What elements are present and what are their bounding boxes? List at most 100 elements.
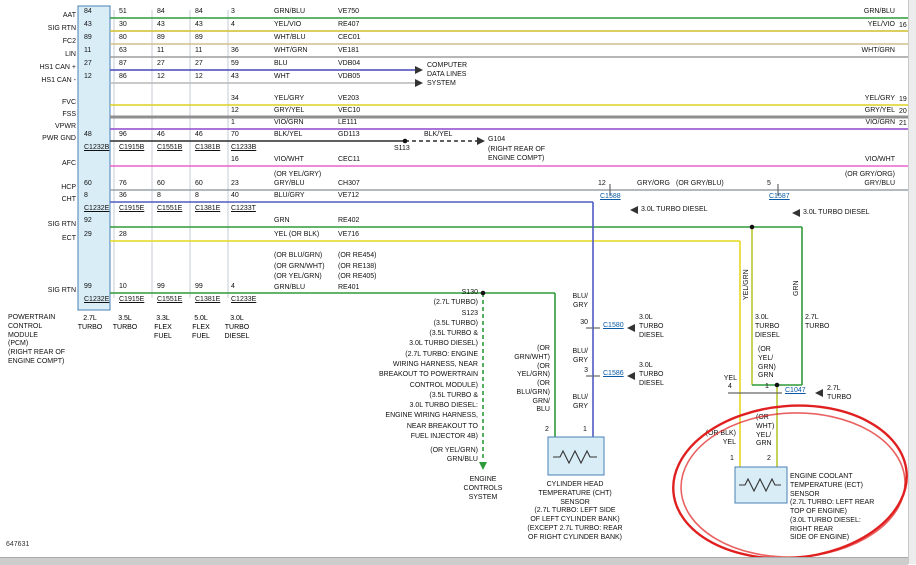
connector-link[interactable]: C1580 [603, 322, 624, 331]
wire-color-label: GRN [274, 217, 344, 226]
pin-label: AFC [14, 160, 76, 169]
connector-link[interactable]: C1551E [157, 205, 182, 212]
pin-label: SIG RTN [14, 221, 76, 230]
pin-number: 89 [157, 34, 165, 41]
pin-number: 11 [195, 47, 202, 54]
pin-label: SIG RTN [14, 25, 76, 34]
pin-label: HS1 CAN + [14, 64, 76, 73]
connector-link[interactable]: C1586 [603, 370, 624, 379]
pcm-box [78, 6, 110, 310]
connector-link[interactable]: C1047 [785, 387, 806, 396]
pin-number: 2 [545, 426, 549, 435]
pin-number: 12 [598, 180, 606, 189]
pin-number: 86 [119, 73, 127, 80]
pin-number: 70 [231, 131, 239, 138]
connector-link[interactable]: C1232B [84, 144, 109, 151]
pin-number: 8 [195, 192, 199, 199]
engine-variant-label: 3.5L TURBO [105, 314, 145, 332]
pin-label: CHT [14, 196, 76, 205]
pin-label: FVC [14, 99, 76, 108]
splice-note-block: S130 (2.7L TURBO) S123 (3.5L TURBO) (3.5… [330, 288, 478, 442]
ground-location-label: (RIGHT REAR OF ENGINE COMPT) [488, 146, 545, 164]
computer-data-lines-label: COMPUTER DATA LINES SYSTEM [427, 62, 467, 88]
connector-link[interactable]: C1551B [157, 144, 182, 151]
scrollbar-vertical[interactable] [908, 0, 916, 564]
connector-link[interactable]: C1233T [231, 205, 256, 212]
pin-number: 43 [195, 21, 203, 28]
circuit-label: RE407 [338, 21, 428, 30]
wire-color-label: YEL/GRY [274, 95, 344, 104]
diagram-number: 647631 [6, 541, 29, 550]
pin-label: ECT [14, 235, 76, 244]
cht-sensor-box [548, 437, 604, 475]
pin-number: 89 [195, 34, 203, 41]
connector-link[interactable]: C1915E [119, 296, 144, 303]
engine-variant-label: 3.0L TURBO DIESEL [639, 314, 664, 340]
arrow-left-icon [630, 206, 638, 214]
wire-color-label: BLU/ GRY [560, 394, 588, 412]
engine-variant-label: 3.0L TURBO DIESEL [803, 209, 870, 218]
pin-number: 11 [84, 47, 91, 54]
connector-link[interactable]: C1233B [231, 144, 256, 151]
wire-color-label: YEL/VIO [274, 21, 344, 30]
connector-link[interactable]: C1915E [119, 205, 144, 212]
circuit-label: LE111 [338, 119, 428, 128]
pin-number: 12 [84, 73, 92, 80]
wire-color-label: VIO/GRN [831, 119, 895, 128]
pin-number: 27 [157, 60, 165, 67]
engine-variant-label: 5.0L FLEX FUEL [181, 314, 221, 341]
connector-link[interactable]: C1233E [231, 296, 256, 303]
pin-label: AAT [14, 12, 76, 21]
splice-s113-label: S113 [394, 145, 410, 154]
pin-label: SIG RTN [14, 287, 76, 296]
connector-link[interactable]: C1381B [195, 144, 220, 151]
pin-number: 27 [84, 60, 92, 67]
connector-link[interactable]: C1587 [769, 193, 790, 202]
connector-link[interactable]: C1381E [195, 296, 220, 303]
pin-number: 34 [231, 95, 239, 102]
pin-number: 20 [899, 108, 907, 117]
pcm-title: POWERTRAIN CONTROL MODULE (PCM) (RIGHT R… [8, 314, 88, 367]
ect-caption: ENGINE COOLANT TEMPERATURE (ECT) SENSOR … [790, 473, 902, 543]
circuit-label: VDB05 [338, 73, 428, 82]
pin-number: 59 [231, 60, 239, 67]
connector-link[interactable]: C1915B [119, 144, 144, 151]
circuit-label: RE402 [338, 217, 428, 226]
arrow-left-icon [815, 389, 823, 397]
wire-color-label: GRN [793, 280, 800, 296]
circuit-label: VE750 [338, 8, 428, 17]
connector-link[interactable]: C1232E [84, 296, 109, 303]
connector-link[interactable]: C1381E [195, 205, 220, 212]
pin-number: 92 [84, 217, 92, 224]
pin-label: FC2 [14, 38, 76, 47]
engine-variant-label: 3.0L TURBO DIESEL [217, 314, 257, 341]
pin-number: 4 [231, 283, 235, 290]
pin-number: 51 [119, 8, 127, 15]
circuit-label: (OR RE454) (OR RE138) (OR RE405) RE401 [338, 251, 428, 293]
pin-number: 29 [84, 231, 92, 238]
pin-number: 30 [574, 319, 588, 328]
engine-variant-label: 3.0L TURBO DIESEL [755, 314, 783, 340]
wire-color-label: BLK/YEL [424, 131, 452, 140]
pin-number: 99 [195, 283, 203, 290]
wire-color-label: WHT/GRN [831, 47, 895, 56]
engine-variant-label: 3.3L FLEX FUEL [143, 314, 183, 341]
wire-color-label: (OR GRY/ORG) GRY/BLU [831, 171, 895, 189]
pin-number: 1 [765, 383, 769, 392]
connector-link[interactable]: C1551E [157, 296, 182, 303]
circuit-label: CEC11 [338, 156, 428, 165]
pin-number: 16 [899, 22, 907, 31]
wire-color-label: (OR YEL/ GRN) GRN [758, 346, 782, 381]
engine-controls-label: ENGINE CONTROLS SYSTEM [455, 476, 511, 502]
pin-number: 8 [157, 192, 161, 199]
wire-color-label: BLK/YEL [274, 131, 344, 140]
pin-number: 46 [157, 131, 165, 138]
arrow-down-icon [479, 462, 487, 470]
pin-number: 10 [119, 283, 127, 290]
pin-number: 80 [119, 34, 127, 41]
pin-number: 23 [231, 180, 239, 187]
pin-number: 89 [84, 34, 92, 41]
connector-link[interactable]: C1588 [600, 193, 621, 202]
ground-g104-label: G104 [488, 136, 505, 145]
connector-link[interactable]: C1232E [84, 205, 109, 212]
